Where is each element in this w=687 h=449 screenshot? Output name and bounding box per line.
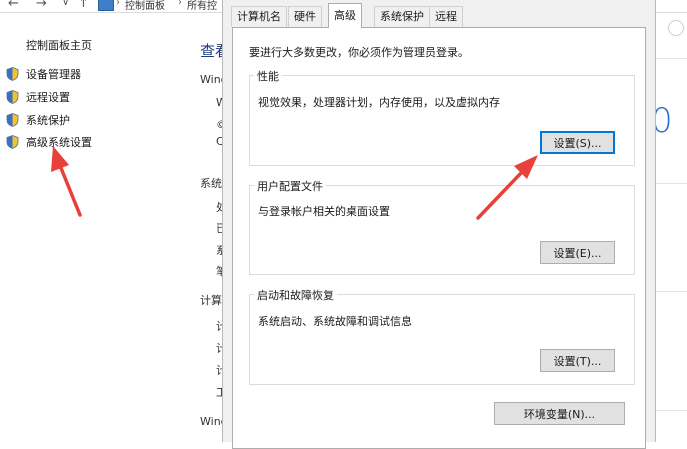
system-properties-dialog: 计算机名 硬件 高级 系统保护 远程 要进行大多数更改，你必须作为管理员登录。 … (222, 0, 656, 449)
breadcrumb-item[interactable]: 控制面板 (125, 0, 165, 12)
sidebar-item-system-protection[interactable]: 系统保护 (6, 112, 70, 128)
sidebar-item-label: 高级系统设置 (26, 136, 92, 149)
divider (655, 58, 687, 59)
back-arrow-icon[interactable]: ← (8, 0, 19, 11)
group-title: 性能 (254, 68, 282, 84)
forward-arrow-icon[interactable]: → (36, 0, 47, 11)
admin-notice: 要进行大多数更改，你必须作为管理员登录。 (249, 46, 469, 59)
shield-icon (6, 67, 19, 81)
sidebar-item-remote-settings[interactable]: 远程设置 (6, 89, 70, 105)
group-title: 用户配置文件 (254, 178, 326, 194)
group-description: 与登录帐户相关的桌面设置 (258, 205, 390, 218)
startup-recovery-settings-button[interactable]: 设置(T)... (540, 349, 615, 372)
help-icon[interactable] (668, 20, 684, 36)
red-arrow-icon (51, 146, 82, 217)
tab-hardware[interactable]: 硬件 (288, 6, 322, 27)
up-arrow-icon[interactable]: ↑ (78, 0, 89, 11)
shield-icon (6, 90, 19, 104)
shield-icon (6, 113, 19, 127)
breadcrumb-item[interactable]: 所有控 (187, 0, 217, 12)
tab-system-protection[interactable]: 系统保护 (374, 6, 430, 27)
sidebar-item-device-manager[interactable]: 设备管理器 (6, 66, 81, 82)
group-description: 系统启动、系统故障和调试信息 (258, 315, 412, 328)
performance-settings-button[interactable]: 设置(S)... (540, 131, 615, 154)
shield-icon (6, 135, 19, 149)
tab-computer-name[interactable]: 计算机名 (231, 6, 287, 27)
sidebar-item-label: 设备管理器 (26, 68, 81, 81)
breadcrumb-separator-icon: › (116, 0, 120, 8)
chevron-down-icon[interactable]: ∨ (62, 0, 69, 8)
breadcrumb-separator-icon: › (178, 0, 182, 8)
performance-group: 性能 视觉效果，处理器计划，内存使用，以及虚拟内存 设置(S)... (249, 68, 635, 166)
tab-advanced[interactable]: 高级 (328, 3, 362, 28)
tab-remote[interactable]: 远程 (429, 6, 463, 27)
content-fragment: 系统 (200, 177, 222, 190)
divider (655, 410, 687, 411)
startup-recovery-group: 启动和故障恢复 系统启动、系统故障和调试信息 设置(T)... (249, 287, 635, 385)
group-title: 启动和故障恢复 (254, 287, 337, 303)
divider (655, 291, 687, 292)
group-description: 视觉效果，处理器计划，内存使用，以及虚拟内存 (258, 96, 500, 109)
user-profiles-group: 用户配置文件 与登录帐户相关的桌面设置 设置(E)... (249, 178, 635, 275)
sidebar-item-label: 远程设置 (26, 91, 70, 104)
divider (655, 183, 687, 184)
environment-variables-button[interactable]: 环境变量(N)... (494, 402, 625, 425)
sidebar-home-link[interactable]: 控制面板主页 (26, 37, 92, 53)
user-profiles-settings-button[interactable]: 设置(E)... (540, 241, 615, 264)
control-panel-icon (98, 0, 114, 11)
sidebar-item-label: 系统保护 (26, 114, 70, 127)
sidebar-item-advanced-system-settings[interactable]: 高级系统设置 (6, 134, 92, 150)
